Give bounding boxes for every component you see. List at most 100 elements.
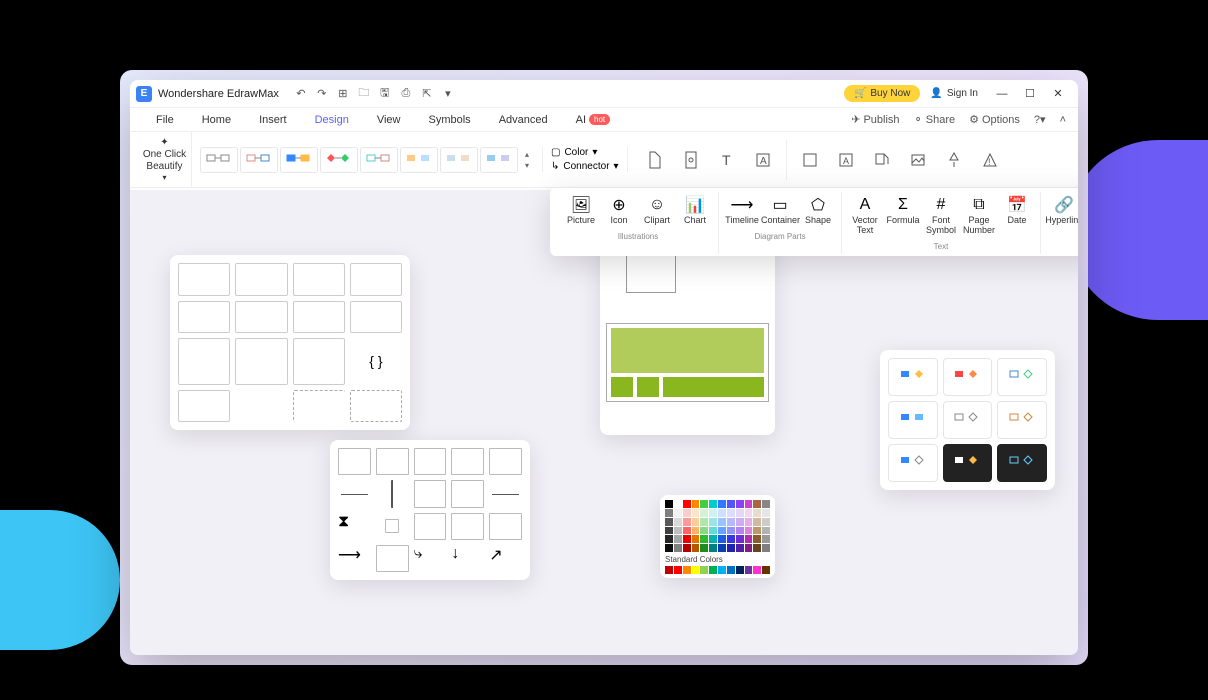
undo-icon[interactable]: ↶: [291, 84, 311, 104]
color-swatch[interactable]: [762, 566, 770, 574]
insert-page-number[interactable]: ⧉Page Number: [960, 192, 998, 240]
shape[interactable]: [489, 513, 522, 540]
color-swatch[interactable]: [692, 500, 700, 508]
close-button[interactable]: ✕: [1044, 80, 1072, 108]
color-swatch[interactable]: [674, 527, 682, 535]
open-icon[interactable]: 🗀: [354, 84, 374, 104]
theme-style[interactable]: [280, 147, 318, 173]
theme-thumb[interactable]: [997, 401, 1047, 439]
shape[interactable]: [376, 448, 409, 475]
tab-view[interactable]: View: [363, 108, 415, 132]
theme-thumb[interactable]: [997, 444, 1047, 482]
container-shape[interactable]: { }: [350, 338, 402, 385]
color-swatch[interactable]: [753, 544, 761, 552]
color-swatch[interactable]: [665, 535, 673, 543]
shape[interactable]: [391, 480, 394, 507]
color-swatch[interactable]: [709, 544, 717, 552]
sign-in-button[interactable]: 👤 Sign In: [930, 88, 978, 99]
insert-font-symbol[interactable]: #Font Symbol: [922, 192, 960, 240]
container-shape[interactable]: [293, 301, 345, 334]
theme-thumb[interactable]: [888, 444, 938, 482]
shape[interactable]: [451, 448, 484, 475]
text-icon[interactable]: T: [710, 140, 744, 180]
color-swatch[interactable]: [674, 566, 682, 574]
shape[interactable]: ↓: [451, 545, 484, 572]
color-swatch[interactable]: [700, 518, 708, 526]
insert-date[interactable]: 📅Date: [998, 192, 1036, 240]
shape[interactable]: [414, 448, 447, 475]
color-swatch[interactable]: [745, 527, 753, 535]
color-swatch[interactable]: [762, 518, 770, 526]
theme-thumb[interactable]: [943, 358, 993, 396]
shape-outline-icon[interactable]: A: [829, 140, 863, 180]
color-swatch[interactable]: [736, 509, 744, 517]
color-swatch[interactable]: [745, 509, 753, 517]
color-swatch[interactable]: [762, 500, 770, 508]
container-shape[interactable]: [178, 338, 230, 385]
theme-style[interactable]: [440, 147, 478, 173]
new-icon[interactable]: ⊞: [333, 84, 353, 104]
tab-file[interactable]: File: [142, 108, 188, 132]
redo-icon[interactable]: ↷: [312, 84, 332, 104]
theme-style[interactable]: [240, 147, 278, 173]
insert-vector-text[interactable]: AVector Text: [846, 192, 884, 240]
effects-icon[interactable]: [937, 140, 971, 180]
color-swatch[interactable]: [718, 544, 726, 552]
container-shape[interactable]: [350, 390, 402, 423]
shape[interactable]: [414, 480, 447, 507]
container-shape[interactable]: [235, 390, 287, 423]
color-swatch[interactable]: [665, 566, 673, 574]
color-swatch[interactable]: [718, 566, 726, 574]
color-swatch[interactable]: [762, 535, 770, 543]
color-swatch[interactable]: [727, 535, 735, 543]
color-swatch[interactable]: [718, 509, 726, 517]
color-swatch[interactable]: [727, 527, 735, 535]
theme-thumb[interactable]: [943, 444, 993, 482]
container-shape[interactable]: [350, 263, 402, 296]
color-swatch[interactable]: [683, 500, 691, 508]
color-swatch[interactable]: [692, 544, 700, 552]
color-swatch[interactable]: [683, 509, 691, 517]
color-swatch[interactable]: [665, 509, 673, 517]
format-icon[interactable]: [865, 140, 899, 180]
export-icon[interactable]: ⇱: [417, 84, 437, 104]
color-swatch[interactable]: [727, 518, 735, 526]
container-shape[interactable]: [293, 338, 345, 385]
color-swatch[interactable]: [745, 518, 753, 526]
color-swatch[interactable]: [709, 500, 717, 508]
color-swatch[interactable]: [692, 509, 700, 517]
save-icon[interactable]: 🖫: [375, 84, 395, 104]
theme-style[interactable]: [360, 147, 398, 173]
container-shape[interactable]: [293, 263, 345, 296]
color-swatch[interactable]: [665, 544, 673, 552]
color-swatch[interactable]: [718, 535, 726, 543]
color-swatch[interactable]: [736, 544, 744, 552]
insert-icon[interactable]: ⊕Icon: [600, 192, 638, 230]
container-shape[interactable]: [178, 263, 230, 296]
minimize-button[interactable]: —: [988, 80, 1016, 108]
color-swatch[interactable]: [736, 566, 744, 574]
insert-container[interactable]: ▭Container: [761, 192, 799, 230]
color-swatch[interactable]: [753, 535, 761, 543]
color-swatch[interactable]: [700, 500, 708, 508]
shape[interactable]: [338, 480, 371, 507]
gallery-more-icon[interactable]: ▴▾: [520, 147, 534, 173]
insert-picture[interactable]: 🖼Picture: [562, 192, 600, 230]
color-swatch[interactable]: [727, 509, 735, 517]
color-swatch[interactable]: [753, 509, 761, 517]
font-icon[interactable]: A: [746, 140, 780, 180]
connector-dropdown[interactable]: ↳ Connector▾: [551, 161, 619, 172]
buy-now-button[interactable]: 🛒 Buy Now: [844, 85, 920, 102]
color-swatch[interactable]: [665, 527, 673, 535]
color-swatch[interactable]: [674, 500, 682, 508]
theme-thumb[interactable]: [997, 358, 1047, 396]
collapse-ribbon-icon[interactable]: ˄: [1060, 114, 1066, 126]
shape[interactable]: ⟶: [338, 545, 371, 572]
tab-advanced[interactable]: Advanced: [485, 108, 562, 132]
container-shape[interactable]: [178, 301, 230, 334]
color-swatch[interactable]: [718, 500, 726, 508]
layer-icon[interactable]: [793, 140, 827, 180]
color-swatch[interactable]: [753, 500, 761, 508]
color-swatch[interactable]: [753, 566, 761, 574]
color-swatch[interactable]: [665, 500, 673, 508]
